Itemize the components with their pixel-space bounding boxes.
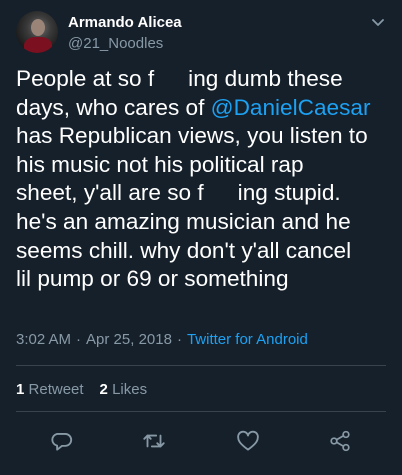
retweets-stat[interactable]: 1 Retweet: [16, 381, 84, 398]
tweet-text-segment: ing stupid.: [237, 180, 341, 206]
tweet-actions: [0, 426, 402, 456]
tweet-meta: 3:02 AM · Apr 25, 2018 · Twitter for Android: [16, 331, 308, 348]
like-label: Likes: [112, 381, 148, 398]
divider: [16, 411, 386, 412]
tweet-source-link[interactable]: Twitter for Android: [187, 331, 308, 348]
avatar[interactable]: [16, 11, 58, 53]
meta-separator: ·: [176, 331, 182, 348]
tweet-text-segment: People at so f: [16, 66, 155, 91]
chevron-down-icon[interactable]: [370, 14, 386, 30]
likes-stat[interactable]: 2 Likes: [100, 381, 148, 398]
retweet-icon[interactable]: [141, 428, 167, 454]
tweet-line: sheet, y'all are so f ing stupid.: [16, 179, 396, 208]
tweet-card: Armando Alicea @21_Noodles People at so …: [0, 0, 402, 475]
tweet-text-segment: ing dumb these: [188, 66, 343, 91]
author-display-name[interactable]: Armando Alicea: [68, 14, 182, 31]
tweet-line: his music not his political rap: [16, 151, 304, 177]
tweet-stats: 1 Retweet 2 Likes: [16, 381, 147, 398]
tweet-line: has Republican views, you listen to: [16, 123, 368, 149]
reply-icon[interactable]: [49, 428, 75, 454]
tweet-line: he's an amazing musician and he: [16, 208, 351, 234]
tweet-text-segment: days, who cares of: [16, 94, 211, 120]
retweet-count: 1: [16, 381, 25, 398]
mention-link[interactable]: @DanielCaesar: [211, 95, 371, 120]
divider: [16, 365, 386, 366]
tweet-line: lil pump or 69 or something: [16, 266, 289, 292]
heart-icon[interactable]: [235, 428, 261, 454]
avatar-head: [31, 19, 45, 36]
tweet-line: seems chill. why don't y'all cancel: [16, 237, 352, 263]
tweet-text-segment: sheet, y'all are so f: [16, 180, 204, 206]
avatar-shirt: [24, 37, 52, 53]
tweet-line: People at so f ing dumb these: [16, 65, 396, 94]
author-handle[interactable]: @21_Noodles: [68, 35, 163, 52]
tweet-line: days, who cares of @DanielCaesar: [16, 94, 396, 123]
like-count: 2: [99, 381, 108, 398]
meta-separator: ·: [76, 331, 82, 348]
tweet-time: 3:02 AM: [16, 331, 72, 348]
share-icon[interactable]: [327, 428, 353, 454]
tweet-date: Apr 25, 2018: [86, 331, 172, 348]
retweet-label: Retweet: [28, 381, 84, 398]
tweet-text: People at so f ing dumb these days, who c…: [16, 65, 396, 294]
